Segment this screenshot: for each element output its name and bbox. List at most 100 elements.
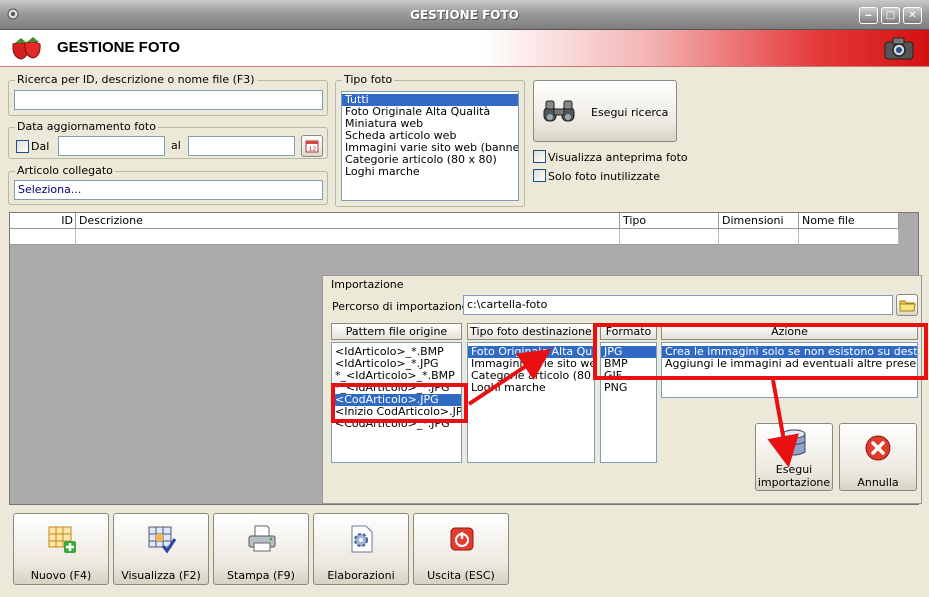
date-from-input[interactable] [58, 136, 165, 156]
svg-text:12: 12 [309, 146, 317, 153]
list-item[interactable]: Miniatura web [342, 118, 518, 130]
table-cell[interactable] [719, 229, 799, 245]
list-item[interactable]: Foto Originale Alta Qualità [342, 106, 518, 118]
view-button[interactable]: Visualizza (F2) [113, 513, 209, 585]
printer-icon [248, 525, 276, 552]
close-window-button[interactable]: ✕ [903, 7, 922, 24]
cancel-import-label: Annulla [857, 476, 899, 489]
unused-checkbox[interactable] [533, 169, 546, 182]
print-button-label: Stampa (F9) [227, 569, 295, 582]
new-button[interactable]: Nuovo (F4) [13, 513, 109, 585]
search-group-label: Ricerca per ID, descrizione o nome file … [15, 73, 257, 86]
process-button[interactable]: Elaborazioni [313, 513, 409, 585]
date-from-checkbox[interactable] [16, 140, 29, 153]
list-item[interactable]: Categorie articolo (80 x 80) [342, 154, 518, 166]
view-button-label: Visualizza (F2) [121, 569, 201, 582]
print-button[interactable]: Stampa (F9) [213, 513, 309, 585]
date-to-input[interactable] [188, 136, 295, 156]
import-path-input[interactable]: c:\cartella-foto [463, 295, 893, 315]
pattern-header: Pattern file origine [331, 323, 462, 340]
al-label: al [171, 139, 181, 152]
power-icon [450, 527, 474, 551]
list-item[interactable]: <IdArticolo>_*.BMP [332, 346, 461, 358]
process-button-label: Elaborazioni [327, 569, 395, 582]
list-item[interactable]: <Inizio CodArticolo>.JPG [332, 406, 461, 418]
run-import-label-1: Esegui [775, 463, 813, 476]
list-item[interactable]: Aggiungi le immagini ad eventuali altre … [662, 358, 917, 370]
new-table-icon [48, 526, 76, 553]
article-select[interactable]: Seleziona... [14, 180, 323, 200]
search-button-label: Esegui ricerca [591, 106, 669, 119]
list-item[interactable]: Immagini varie sito web (banner, loghi,.… [342, 142, 518, 154]
table-cell[interactable] [620, 229, 719, 245]
cancel-import-button[interactable]: Annulla [839, 423, 917, 491]
tipo-foto-list[interactable]: Tutti Foto Originale Alta Qualità Miniat… [341, 91, 519, 201]
column-header-dimensioni[interactable]: Dimensioni [719, 213, 799, 229]
exit-button-label: Uscita (ESC) [427, 569, 495, 582]
page-title: GESTIONE FOTO [57, 39, 181, 56]
list-item[interactable]: Crea le immagini solo se non esistono su… [662, 346, 917, 358]
list-item[interactable]: Foto Originale Alta Qualità [468, 346, 594, 358]
tipo-foto-group-label: Tipo foto [342, 73, 395, 86]
database-icon [782, 429, 806, 456]
list-item[interactable]: *_<IdArticolo>_*.BMP [332, 370, 461, 382]
date-group-label: Data aggiornamento foto [15, 120, 158, 133]
column-header-descrizione[interactable]: Descrizione [76, 213, 620, 229]
view-table-icon [148, 526, 177, 554]
dal-label: Dal [31, 140, 50, 153]
list-item[interactable]: <IdArticolo>_*.JPG [332, 358, 461, 370]
calendar-button[interactable]: 12 [301, 135, 323, 157]
list-item[interactable]: GIF [601, 370, 656, 382]
import-panel: Importazione Percorso di importazione : … [322, 275, 922, 504]
import-group-label: Importazione [331, 278, 404, 291]
unused-label: Solo foto inutilizzate [548, 170, 660, 183]
formato-list[interactable]: JPG BMP GIF PNG [600, 342, 657, 463]
new-button-label: Nuovo (F4) [30, 569, 92, 582]
maximize-button[interactable]: □ [881, 7, 900, 24]
page-header: GESTIONE FOTO [0, 30, 929, 67]
search-input[interactable] [14, 90, 323, 110]
list-item[interactable]: JPG [601, 346, 656, 358]
preview-checkbox[interactable] [533, 150, 546, 163]
main-window: GESTIONE FOTO ‒ □ ✕ GESTIONE FOTO Ricerc… [0, 0, 929, 597]
browse-folder-button[interactable] [896, 294, 918, 316]
azione-header: Azione [661, 323, 918, 340]
preview-label: Visualizza anteprima foto [548, 151, 688, 164]
list-item[interactable]: Immagini varie sito web (banner, loghi,.… [468, 358, 594, 370]
list-item[interactable]: Tutti [342, 94, 518, 106]
list-item[interactable]: Loghi marche [468, 382, 594, 394]
list-item[interactable]: PNG [601, 382, 656, 394]
strawberry-icon [12, 37, 41, 60]
list-item[interactable]: Scheda articolo web [342, 130, 518, 142]
list-item[interactable]: Loghi marche [342, 166, 518, 178]
list-item[interactable]: Categorie articolo (80 x 80) [468, 370, 594, 382]
binoculars-icon [543, 100, 575, 122]
tipo-dest-header: Tipo foto destinazione [467, 323, 595, 340]
window-title: GESTIONE FOTO [410, 8, 519, 22]
table-cell[interactable] [799, 229, 899, 245]
import-path-label: Percorso di importazione : [332, 300, 476, 313]
calendar-icon: 12 [305, 140, 319, 153]
list-item[interactable]: BMP [601, 358, 656, 370]
list-item[interactable]: <CodArticolo>_*.JPG [332, 418, 461, 430]
table-row[interactable] [10, 229, 76, 245]
column-header-tipo[interactable]: Tipo [620, 213, 719, 229]
pattern-list[interactable]: <IdArticolo>_*.BMP <IdArticolo>_*.JPG *_… [331, 342, 462, 463]
column-header-nome-file[interactable]: Nome file [799, 213, 899, 229]
exit-button[interactable]: Uscita (ESC) [413, 513, 509, 585]
article-group-label: Articolo collegato [15, 164, 115, 177]
run-import-label-2: importazione [757, 476, 831, 489]
minimize-button[interactable]: ‒ [859, 7, 878, 24]
list-item[interactable]: *_<IdArticolo>_*.JPG [332, 382, 461, 394]
gear-document-icon [351, 525, 373, 553]
camera-icon [884, 37, 914, 60]
azione-list[interactable]: Crea le immagini solo se non esistono su… [661, 342, 918, 398]
search-button[interactable]: Esegui ricerca [533, 80, 677, 142]
column-header-id[interactable]: ID [10, 213, 76, 229]
tipo-dest-list[interactable]: Foto Originale Alta Qualità Immagini var… [467, 342, 595, 463]
list-item[interactable]: <CodArticolo>.JPG [332, 394, 461, 406]
run-import-button[interactable]: Esegui importazione [755, 423, 833, 491]
title-bar[interactable]: GESTIONE FOTO ‒ □ ✕ [0, 0, 929, 30]
folder-icon [899, 300, 916, 312]
table-cell[interactable] [76, 229, 620, 245]
